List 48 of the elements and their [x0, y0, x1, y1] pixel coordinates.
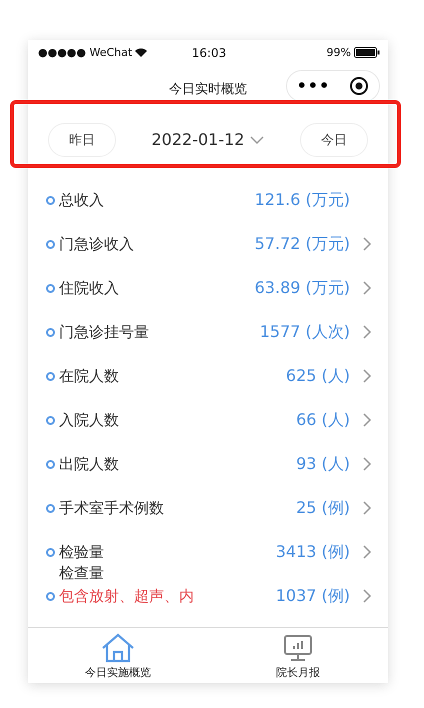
- metric-label: 在院人数: [59, 366, 120, 386]
- date-picker[interactable]: 2022-01-12: [152, 130, 264, 150]
- metric-label: 门急诊挂号量: [59, 322, 150, 342]
- previous-day-button[interactable]: 昨日: [48, 122, 116, 157]
- bullet-icon: [46, 504, 55, 513]
- bullet-icon: [46, 196, 55, 205]
- metric-value: 25 (例): [296, 498, 350, 518]
- wifi-icon: [135, 48, 148, 58]
- metric-value: 57.72 (万元): [254, 234, 350, 254]
- metric-value: 121.6 (万元): [254, 190, 350, 210]
- battery-percent: 99%: [326, 46, 351, 60]
- metric-value: 93 (人): [296, 454, 350, 474]
- metric-label: 门急诊收入: [59, 234, 135, 254]
- metric-label: 总收入: [59, 190, 105, 210]
- bullet-icon: [46, 328, 55, 337]
- metric-label: 出院人数: [59, 454, 120, 474]
- page-title: 今日实时概览: [169, 80, 247, 98]
- metric-value: 1577 (人次): [260, 322, 350, 342]
- bullet-icon: [46, 372, 55, 381]
- metric-value: 3413 (例): [276, 542, 350, 562]
- close-target-icon[interactable]: [349, 76, 370, 96]
- metric-label: 入院人数: [59, 410, 120, 430]
- capsule-button[interactable]: •••: [286, 70, 380, 102]
- more-button[interactable]: •••: [296, 76, 330, 96]
- tab-item[interactable]: 今日实施概览: [28, 628, 208, 683]
- metric-label: 检查量: [59, 562, 105, 584]
- carrier-text: ●●●●● WeChat: [38, 46, 132, 60]
- note-text: 包含放射、超声、内: [59, 586, 195, 606]
- metric-label: 手术室手术例数: [59, 498, 165, 518]
- tab-item[interactable]: 院长月报: [208, 628, 388, 683]
- bullet-icon: [46, 240, 55, 249]
- metric-value: 66 (人): [296, 410, 350, 430]
- clock-time: 16:03: [192, 46, 226, 60]
- chevron-down-icon: [250, 136, 264, 144]
- metric-value: 625 (人): [286, 366, 350, 386]
- metric-value: 1037 (例): [276, 586, 350, 606]
- monitor-icon: [283, 632, 313, 663]
- bullet-icon: [46, 284, 55, 293]
- battery-icon: [354, 47, 380, 58]
- metric-value: 63.89 (万元): [254, 278, 350, 298]
- bullet-icon: [46, 460, 55, 469]
- metric-label: 住院收入: [59, 278, 120, 298]
- today-button[interactable]: 今日: [300, 122, 368, 157]
- bullet-icon: [46, 592, 55, 601]
- bullet-icon: [46, 548, 55, 557]
- metric-label: 检验量: [59, 542, 105, 562]
- bullet-icon: [46, 416, 55, 425]
- house-icon: [101, 632, 135, 663]
